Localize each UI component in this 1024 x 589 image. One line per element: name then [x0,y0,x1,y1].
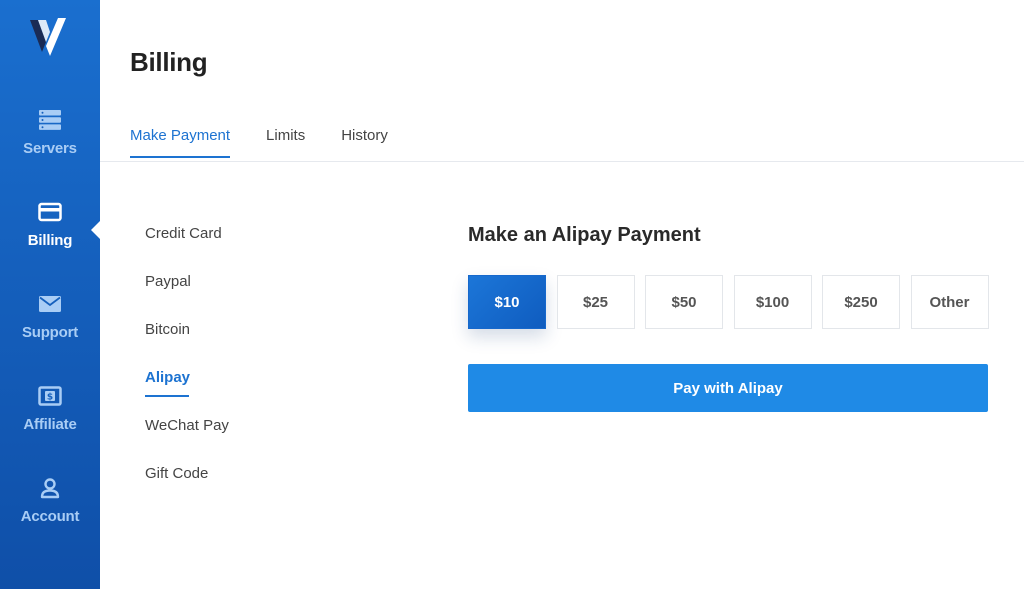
method-label: WeChat Pay [145,417,229,434]
dollar-bill-icon: $ [38,384,62,408]
method-label: Alipay [145,369,191,386]
method-label: Credit Card [145,225,222,242]
tab-limits[interactable]: Limits [266,127,305,158]
credit-card-icon [38,200,62,224]
payment-method-list: Credit Card Paypal Bitcoin Alipay WeChat… [145,225,229,513]
sidebar-item-support[interactable]: Support [0,292,100,372]
sidebar-item-billing[interactable]: Billing [0,200,100,280]
page-title: Billing [130,47,208,77]
sidebar: Servers Billing Support $ Affiliate Acco… [0,0,101,589]
panel-title: Make an Alipay Payment [468,224,701,246]
svg-text:$: $ [47,393,53,403]
amount-options: $10 $25 $50 $100 $250 Other [468,275,999,329]
method-gift-code[interactable]: Gift Code [145,465,229,513]
envelope-icon [38,292,62,316]
sidebar-item-servers[interactable]: Servers [0,108,100,188]
tab-make-payment[interactable]: Make Payment [130,127,231,158]
billing-tabs: Make Payment Limits History [130,127,424,158]
sidebar-item-label: Account [20,508,80,525]
amount-button-250[interactable]: $250 [822,275,900,329]
method-wechat-pay[interactable]: WeChat Pay [145,417,229,465]
sidebar-item-affiliate[interactable]: $ Affiliate [0,384,100,464]
amount-button-25[interactable]: $25 [556,275,635,329]
server-stack-icon [38,108,62,132]
sidebar-item-label: Servers [23,140,77,157]
method-label: Bitcoin [145,321,191,338]
amount-button-10[interactable]: $10 [468,275,546,329]
user-icon [38,476,62,500]
method-alipay[interactable]: Alipay [145,369,229,417]
tabs-divider [100,161,1024,162]
sidebar-item-label: Support [21,324,79,341]
sidebar-item-label: Affiliate [23,416,77,433]
tab-history[interactable]: History [341,127,388,158]
method-label: Paypal [145,273,191,290]
vultr-v-logo-icon[interactable] [0,14,100,64]
active-indicator-caret [91,220,101,240]
method-paypal[interactable]: Paypal [145,273,229,321]
method-label: Gift Code [145,465,209,482]
active-method-underline [145,395,189,397]
method-credit-card[interactable]: Credit Card [145,225,229,273]
sidebar-item-account[interactable]: Account [0,476,100,556]
method-bitcoin[interactable]: Bitcoin [145,321,229,369]
amount-button-other[interactable]: Other [910,275,989,329]
amount-button-50[interactable]: $50 [645,275,723,329]
sidebar-item-label: Billing [27,232,73,249]
amount-button-100[interactable]: $100 [733,275,812,329]
pay-with-alipay-button[interactable]: Pay with Alipay [468,364,988,412]
